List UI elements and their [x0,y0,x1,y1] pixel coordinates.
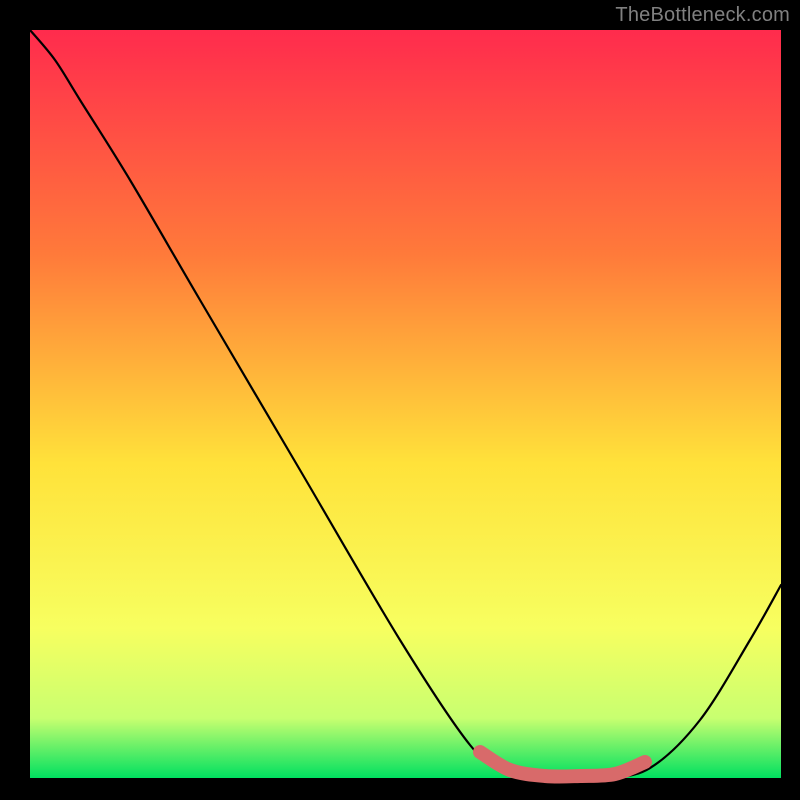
attribution-label: TheBottleneck.com [615,4,790,27]
bottleneck-chart [0,0,800,800]
gradient-background [30,30,781,778]
chart-container: TheBottleneck.com [0,0,800,800]
